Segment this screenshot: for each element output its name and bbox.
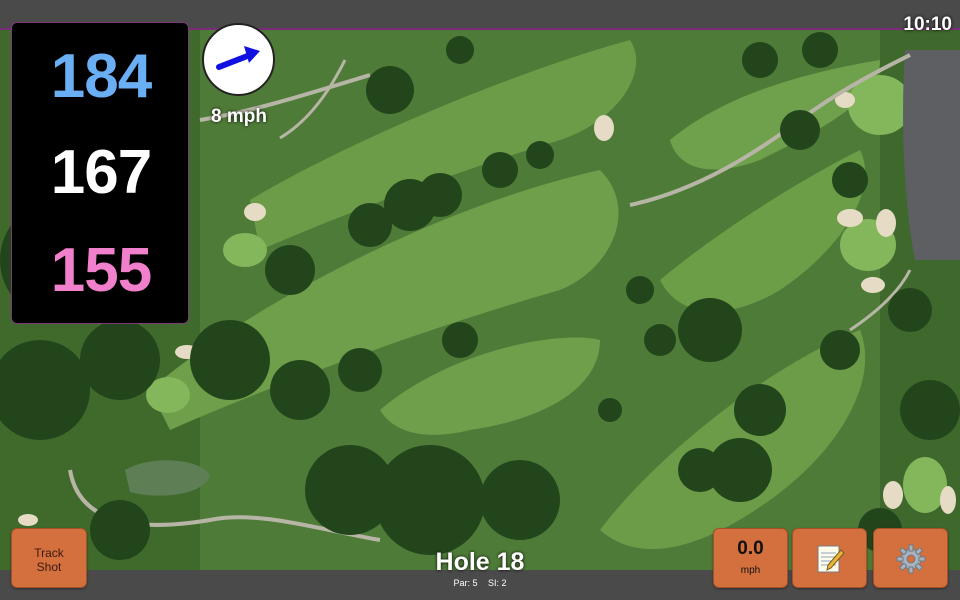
gear-icon — [896, 544, 926, 574]
arrow-northeast-icon — [216, 46, 260, 70]
swing-speed-unit: mph — [740, 565, 761, 576]
front-of-green-distance: 155 — [50, 236, 152, 305]
distance-panel: 184 167 155 — [11, 22, 189, 324]
notepad-pencil-icon — [817, 545, 845, 573]
status-clock: 10:10 — [903, 14, 952, 35]
wind-speed-label: 8 mph — [211, 106, 267, 127]
track-shot-button[interactable]: Track Shot — [11, 528, 87, 588]
swing-speed-button[interactable]: 0.0 mph — [713, 528, 788, 588]
swing-speed-value: 0.0 — [737, 538, 764, 559]
settings-button[interactable] — [873, 528, 948, 588]
back-of-green-distance: 184 — [50, 42, 152, 111]
track-shot-label-line1: Track — [34, 546, 64, 560]
track-shot-label-line2: Shot — [36, 560, 62, 574]
hole-info: Par: 5 SI: 2 — [380, 578, 580, 588]
notes-button[interactable] — [792, 528, 867, 588]
wind-direction-dial — [202, 23, 275, 96]
middle-of-green-distance: 167 — [50, 138, 152, 207]
hole-stroke-index: SI: 2 — [488, 578, 507, 588]
hole-title: Hole 18 — [435, 548, 525, 576]
hole-par: Par: 5 — [453, 578, 478, 588]
